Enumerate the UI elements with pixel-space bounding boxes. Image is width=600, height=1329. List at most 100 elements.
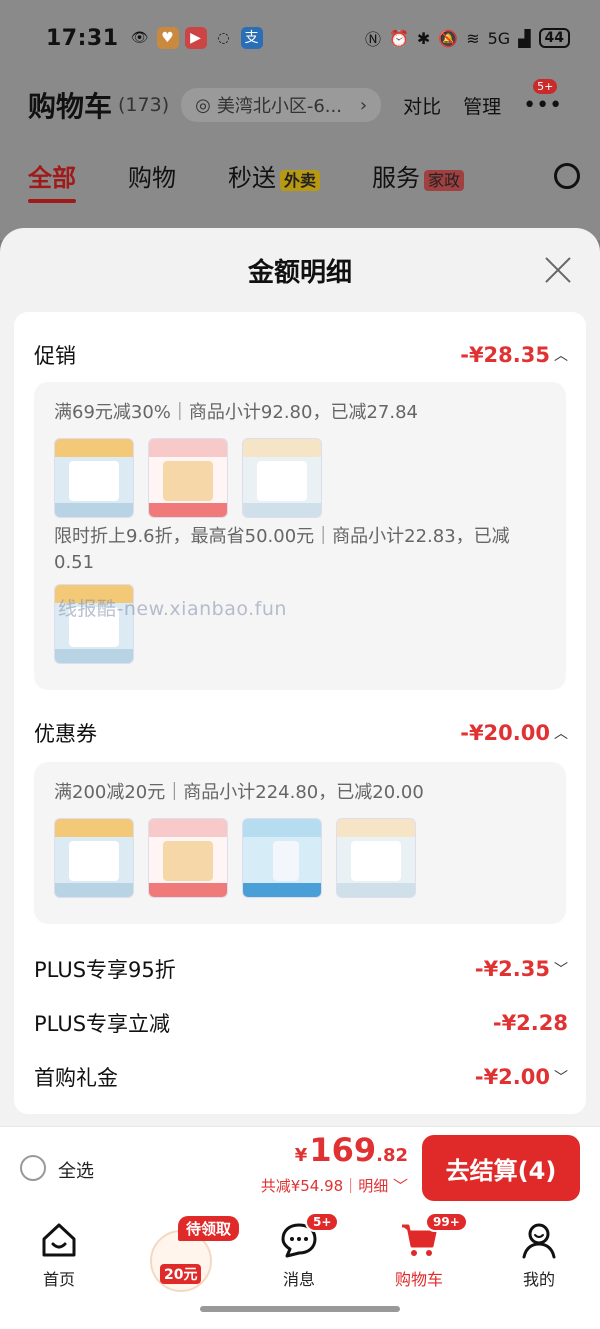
first-purchase-row[interactable]: 首购礼金 -¥2.00 ﹀ <box>34 1062 568 1092</box>
nav-mine[interactable]: 我的 <box>494 1220 584 1290</box>
page-title: 购物车 <box>28 90 113 123</box>
plus95-label: PLUS专享95折 <box>34 958 176 982</box>
select-all-label[interactable]: 全选 <box>58 1157 94 1183</box>
product-thumb-milk-2[interactable] <box>242 438 322 518</box>
chat-icon: ◌ <box>217 30 230 46</box>
chevron-down-icon: ﹀ <box>392 1177 408 1195</box>
nav-messages-label: 消息 <box>282 1270 315 1289</box>
total-price: ¥ 169 .82 <box>295 1131 408 1169</box>
coupon-value: 20元 <box>160 1264 202 1284</box>
product-thumb-milk[interactable] <box>54 438 134 518</box>
chevron-up-icon: ︿ <box>554 348 568 364</box>
coupon-row[interactable]: 优惠券 -¥20.00 ︿ <box>34 718 568 748</box>
tab-all[interactable]: 全部 <box>28 158 76 203</box>
first-purchase-label: 首购礼金 <box>34 1066 118 1090</box>
nav-cart-label: 购物车 <box>394 1270 443 1289</box>
checkout-button[interactable]: 去结算(4) <box>422 1135 580 1201</box>
nfc-icon: Ⓝ <box>364 30 381 49</box>
cart-tabs: 全部 购物 秒送 外卖 服务 家政 <box>28 158 580 203</box>
coupon-amount: -¥20.00 <box>460 721 550 745</box>
alarm-icon: ⏰ <box>388 28 409 48</box>
promo-rule-2: 限时折上9.6折，最高省50.00元｜商品小计22.83，已减0.51 <box>54 526 510 573</box>
wifi-icon: ≋ <box>466 28 480 48</box>
network-label: 5G <box>487 28 511 48</box>
select-all-checkbox[interactable] <box>20 1155 46 1181</box>
nav-coupon[interactable]: 待领取 20元 <box>148 1216 244 1302</box>
savings-detail-link[interactable]: 共减¥54.98｜明细 ﹀ <box>261 1175 408 1196</box>
more-button[interactable]: ••• 5+ <box>523 78 563 118</box>
bluetooth-icon: ✱ <box>416 28 431 48</box>
location-icon: ◎ <box>195 94 211 116</box>
chevron-down-icon: ﹀ <box>554 1070 568 1086</box>
tab-service-label: 服务 <box>372 164 421 192</box>
product-thumb-milk-2[interactable] <box>336 818 416 898</box>
sheet-title: 金额明细 <box>247 257 352 288</box>
price-decimal: .82 <box>376 1145 408 1166</box>
alipay-icon: 支 <box>240 27 263 49</box>
notification-icons: 👁 ♥ ▶ ◌ 支 <box>129 27 263 49</box>
more-badge: 5+ <box>533 78 558 94</box>
plus95-amount: -¥2.35 <box>474 957 550 981</box>
tab-service-badge: 家政 <box>424 170 465 191</box>
tab-express[interactable]: 秒送 外卖 <box>228 158 321 193</box>
message-icon: 5+ <box>279 1212 340 1260</box>
product-thumb-yogurt[interactable] <box>148 818 228 898</box>
promo-detail-box: 满69元减30%｜商品小计92.80，已减27.84 限时折上9.6折，最高省5… <box>34 382 566 690</box>
compare-button[interactable]: 对比 <box>403 92 441 119</box>
nav-mine-label: 我的 <box>522 1270 555 1289</box>
manage-button[interactable]: 管理 <box>463 92 501 119</box>
price-currency: ¥ <box>294 1145 308 1166</box>
nav-messages[interactable]: 5+ 消息 <box>254 1212 344 1290</box>
close-icon[interactable] <box>544 256 572 284</box>
price-integer: 169 <box>309 1131 377 1169</box>
first-purchase-amount: -¥2.00 <box>474 1065 550 1089</box>
amount-detail-sheet: 金额明细 促销 -¥28.35 ︿ 满69元减30%｜商品小计92.80，已减2… <box>0 228 600 1126</box>
tab-express-label: 秒送 <box>228 164 276 192</box>
tab-shopping[interactable]: 购物 <box>128 158 176 193</box>
status-bar: 17:31 👁 ♥ ▶ ◌ 支 Ⓝ ⏰ ✱ 🔕 ≋ 5G ▟ 44 <box>46 20 570 56</box>
signal-icon: ▟ <box>518 28 531 48</box>
heart-app-icon: ♥ <box>156 27 179 49</box>
tab-service[interactable]: 服务 家政 <box>372 158 465 193</box>
watermark: 线报酷-new.xianbao.fun <box>58 598 287 620</box>
cart-badge: 99+ <box>425 1212 468 1232</box>
promo-label: 促销 <box>34 344 76 368</box>
address-selector[interactable]: ◎ 美湾北小区-6... › <box>181 88 382 122</box>
home-indicator[interactable] <box>200 1306 400 1312</box>
system-icons: Ⓝ ⏰ ✱ 🔕 ≋ 5G ▟ 44 <box>365 26 570 50</box>
status-time: 17:31 <box>46 25 119 51</box>
coupon-thumbs <box>54 818 416 898</box>
promo-amount: -¥28.35 <box>460 343 550 367</box>
home-icon <box>39 1220 79 1260</box>
coupon-label: 优惠券 <box>34 722 97 746</box>
promo-thumbs-1 <box>54 438 322 518</box>
mute-icon: 🔕 <box>438 28 459 48</box>
nav-home-label: 首页 <box>42 1270 75 1289</box>
coupon-rule: 满200减20元｜商品小计224.80，已减20.00 <box>54 782 424 803</box>
sheet-header: 金额明细 <box>0 228 600 312</box>
coupon-detail-box: 满200减20元｜商品小计224.80，已减20.00 <box>34 762 566 924</box>
product-thumb-milk[interactable] <box>54 818 134 898</box>
nav-cart[interactable]: 99+ 购物车 <box>374 1212 468 1290</box>
address-text: 美湾北小区-6... <box>216 96 342 117</box>
coupon-tag: 待领取 <box>178 1216 240 1241</box>
promo-row[interactable]: 促销 -¥28.35 ︿ <box>34 340 568 370</box>
more-dots-icon: ••• <box>523 92 563 118</box>
background-page: 17:31 👁 ♥ ▶ ◌ 支 Ⓝ ⏰ ✱ 🔕 ≋ 5G ▟ 44 购物车 (1… <box>0 0 600 240</box>
plus-cut-row: PLUS专享立减 -¥2.28 <box>34 1008 568 1038</box>
chevron-down-icon: ﹀ <box>554 962 568 978</box>
product-thumb-yogurt[interactable] <box>148 438 228 518</box>
tab-express-badge: 外卖 <box>280 170 321 191</box>
promo-rule-1: 满69元减30%｜商品小计92.80，已减27.84 <box>54 402 418 423</box>
plus95-row[interactable]: PLUS专享95折 -¥2.35 ﹀ <box>34 954 568 984</box>
search-icon[interactable] <box>554 162 580 189</box>
product-thumb-shampoo[interactable] <box>242 818 322 898</box>
battery-icon: 44 <box>538 28 570 48</box>
detail-card: 促销 -¥28.35 ︿ 满69元减30%｜商品小计92.80，已减27.84 … <box>14 312 586 1114</box>
nav-home[interactable]: 首页 <box>14 1220 104 1290</box>
chevron-right-icon: › <box>359 94 368 116</box>
profile-icon <box>519 1220 559 1260</box>
chevron-up-icon: ︿ <box>554 726 568 742</box>
cart-header: 购物车 (173) ◎ 美湾北小区-6... › 对比 管理 ••• 5+ <box>28 78 580 126</box>
savings-text: 共减¥54.98｜明细 <box>260 1177 389 1195</box>
